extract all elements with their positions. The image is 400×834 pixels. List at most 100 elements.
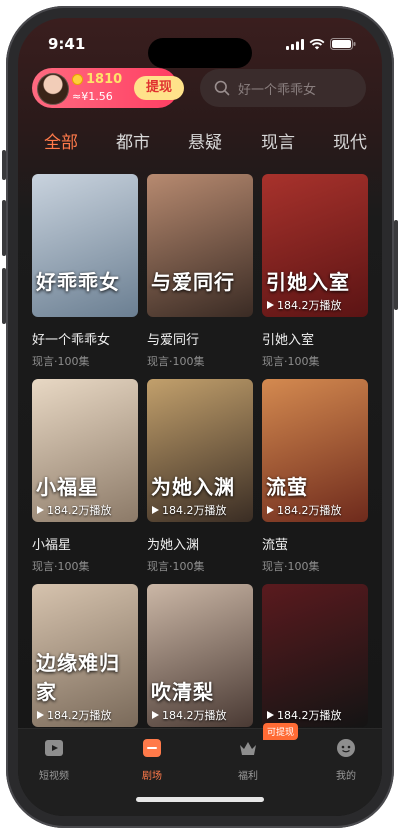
play-count-text: 184.2万播放	[47, 504, 112, 517]
play-count: 184.2万播放	[37, 502, 112, 518]
drama-meta: 现言·100集	[262, 560, 320, 573]
status-icons	[286, 38, 356, 50]
drama-card[interactable]: 为她入渊 184.2万播放 为她入渊 现言·100集	[147, 379, 255, 574]
drama-title: 引她入室	[262, 333, 315, 348]
status-bar: 9:41	[18, 18, 382, 68]
category-tabs: 全部 都市 悬疑 现言 现代	[18, 128, 382, 158]
dynamic-island	[148, 38, 252, 68]
drama-poster[interactable]: 引她入室 184.2万播放	[262, 174, 368, 317]
coin-row: 1810	[72, 72, 122, 87]
drama-title: 小福星	[32, 538, 72, 553]
tabbar-item-welfare[interactable]: 福利	[218, 737, 278, 782]
cash-value: ≈¥1.56	[72, 90, 113, 103]
play-icon	[267, 711, 274, 719]
play-count-text: 184.2万播放	[277, 299, 342, 312]
search-placeholder: 好一个乖乖女	[238, 83, 317, 98]
volume-down-button	[2, 268, 6, 324]
power-button	[394, 220, 398, 310]
drama-meta: 现言·100集	[262, 355, 320, 368]
tabbar-item-shorts[interactable]: 短视频	[24, 737, 84, 782]
tabbar-label: 短视频	[39, 771, 69, 782]
tabbar-label: 我的	[336, 771, 356, 782]
play-icon	[37, 711, 44, 719]
drama-card[interactable]: 184.2万播放	[262, 584, 370, 727]
play-count: 184.2万播放	[152, 502, 227, 518]
play-icon	[152, 506, 159, 514]
tabbar-item-profile[interactable]: 我的	[316, 737, 376, 782]
tab-all[interactable]: 全部	[44, 128, 78, 153]
drama-meta: 现言·100集	[147, 560, 205, 573]
play-count: 184.2万播放	[37, 707, 112, 723]
signal-icon	[286, 38, 304, 50]
play-count: 184.2万播放	[267, 297, 342, 313]
search-bar[interactable]: 好一个乖乖女	[200, 69, 366, 107]
video-icon	[45, 740, 63, 756]
crown-icon	[240, 742, 256, 755]
drama-meta: 现言·100集	[147, 355, 205, 368]
volume-up-button	[2, 200, 6, 256]
poster-title-art: 流萤	[266, 475, 308, 499]
tabbar-label: 福利	[238, 771, 258, 782]
drama-title: 流萤	[262, 538, 289, 553]
drama-poster[interactable]: 184.2万播放	[262, 584, 368, 727]
play-icon	[152, 711, 159, 719]
avatar[interactable]	[37, 73, 69, 105]
wifi-icon	[309, 38, 325, 49]
drama-card[interactable]: 好乖乖女 好一个乖乖女 现言·100集	[32, 174, 140, 369]
tab-romance[interactable]: 现言	[261, 128, 295, 153]
coin-count: 1810	[86, 72, 123, 87]
battery-icon	[330, 38, 356, 50]
play-count-text: 184.2万播放	[162, 709, 227, 722]
play-icon	[37, 506, 44, 514]
tab-suspense[interactable]: 悬疑	[188, 128, 222, 153]
withdraw-button[interactable]: 提现	[134, 76, 184, 100]
status-time: 9:41	[48, 35, 86, 53]
withdraw-badge: 可提现	[263, 723, 299, 740]
drama-poster[interactable]: 边缘难归家 184.2万播放	[32, 584, 138, 727]
play-icon	[267, 506, 274, 514]
drama-card[interactable]: 小福星 184.2万播放 小福星 现言·100集	[32, 379, 140, 574]
mute-switch	[2, 150, 6, 180]
tabbar-label: 剧场	[142, 771, 162, 782]
drama-poster[interactable]: 小福星 184.2万播放	[32, 379, 138, 522]
play-count-text: 184.2万播放	[47, 709, 112, 722]
drama-poster[interactable]: 流萤 184.2万播放	[262, 379, 368, 522]
drama-poster[interactable]: 好乖乖女	[32, 174, 138, 317]
play-count-text: 184.2万播放	[162, 504, 227, 517]
drama-card[interactable]: 吹清梨 184.2万播放	[147, 584, 255, 727]
drama-card[interactable]: 边缘难归家 184.2万播放	[32, 584, 140, 727]
tabbar-item-theater[interactable]: 剧场	[122, 737, 182, 782]
drama-poster[interactable]: 吹清梨 184.2万播放	[147, 584, 253, 727]
home-indicator[interactable]	[136, 797, 264, 802]
drama-card[interactable]: 与爱同行 与爱同行 现言·100集	[147, 174, 255, 369]
poster-title-art: 引她入室	[266, 270, 350, 294]
app-screen: 9:41 1810 ≈¥1.56 提现 好一个乖乖女 全部 都市 悬疑 现言 现…	[18, 18, 382, 816]
poster-title-art: 与爱同行	[151, 270, 235, 294]
play-count: 184.2万播放	[267, 502, 342, 518]
poster-title-art: 好乖乖女	[36, 270, 120, 294]
play-icon	[267, 301, 274, 309]
drama-card[interactable]: 流萤 184.2万播放 流萤 现言·100集	[262, 379, 370, 574]
tab-urban[interactable]: 都市	[116, 128, 150, 153]
drama-title: 与爱同行	[147, 333, 200, 348]
poster-title-art: 小福星	[36, 475, 99, 499]
play-count-text: 184.2万播放	[277, 504, 342, 517]
drama-card[interactable]: 引她入室 184.2万播放 引她入室 现言·100集	[262, 174, 370, 369]
poster-title-art: 边缘难归家	[36, 651, 120, 704]
play-count: 184.2万播放	[267, 707, 342, 723]
play-count: 184.2万播放	[152, 707, 227, 723]
profile-icon	[337, 739, 355, 757]
poster-title-art: 吹清梨	[151, 680, 214, 704]
drama-meta: 现言·100集	[32, 560, 90, 573]
play-count-text: 184.2万播放	[277, 709, 342, 722]
drama-title: 为她入渊	[147, 538, 200, 553]
drama-meta: 现言·100集	[32, 355, 90, 368]
coin-icon	[72, 74, 83, 85]
bottom-tab-bar: 短视频 剧场 福利 我的 可提现	[18, 723, 382, 816]
tab-modern[interactable]: 现代	[333, 128, 367, 153]
search-icon	[214, 80, 230, 96]
drama-poster[interactable]: 与爱同行	[147, 174, 253, 317]
theater-icon	[143, 739, 161, 757]
coin-balance-pill[interactable]: 1810 ≈¥1.56 提现	[32, 68, 184, 108]
drama-poster[interactable]: 为她入渊 184.2万播放	[147, 379, 253, 522]
